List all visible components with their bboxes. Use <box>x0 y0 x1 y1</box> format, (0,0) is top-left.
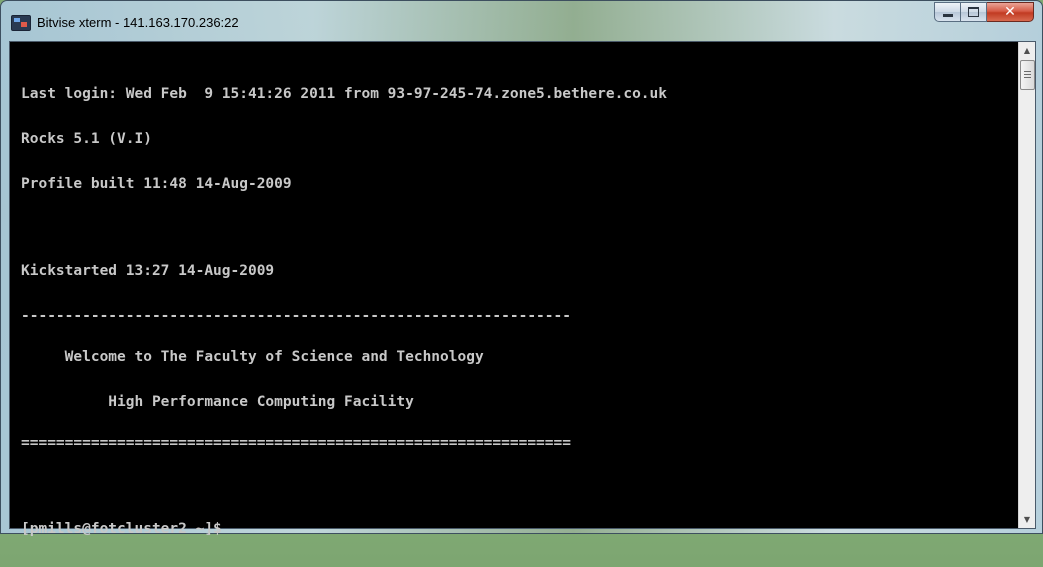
vertical-scrollbar[interactable]: ▲ ▼ <box>1018 42 1035 528</box>
terminal-line-equals-divider: ========================================… <box>21 435 571 451</box>
terminal-window: Bitvise xterm - 141.163.170.236:22 ✕ Las… <box>0 0 1043 537</box>
minimize-button[interactable] <box>934 2 961 22</box>
terminal-line-rocks-version: Rocks 5.1 (V.I) <box>21 131 152 147</box>
scrollbar-thumb[interactable] <box>1020 60 1035 90</box>
terminal-line-last-login: Last login: Wed Feb 9 15:41:26 2011 from… <box>21 86 668 102</box>
terminal-client-area[interactable]: Last login: Wed Feb 9 15:41:26 2011 from… <box>9 41 1036 537</box>
grip-line <box>1024 77 1031 78</box>
terminal-output[interactable]: Last login: Wed Feb 9 15:41:26 2011 from… <box>10 42 1018 537</box>
maximize-icon <box>968 7 979 17</box>
terminal-line-blank-2 <box>21 481 1018 492</box>
terminal-line-welcome: Welcome to The Faculty of Science and Te… <box>21 349 484 365</box>
bitvise-app-icon[interactable] <box>11 15 31 31</box>
close-icon: ✕ <box>1004 4 1016 20</box>
maximize-button[interactable] <box>961 2 987 22</box>
terminal-line-kickstarted: Kickstarted 13:27 14-Aug-2009 <box>21 263 275 279</box>
window-controls: ✕ <box>934 2 1034 22</box>
terminal-line-dash-divider: ----------------------------------------… <box>21 308 571 324</box>
title-bar[interactable]: Bitvise xterm - 141.163.170.236:22 ✕ <box>1 1 1042 41</box>
close-button[interactable]: ✕ <box>987 2 1034 22</box>
window-title: Bitvise xterm - 141.163.170.236:22 <box>37 15 239 30</box>
terminal-line-facility: High Performance Computing Facility <box>21 394 414 410</box>
grip-line <box>1024 71 1031 72</box>
scroll-down-arrow-icon[interactable]: ▼ <box>1019 511 1035 528</box>
scroll-up-arrow-icon[interactable]: ▲ <box>1019 42 1035 59</box>
terminal-line-profile-built: Profile built 11:48 14-Aug-2009 <box>21 176 292 192</box>
minimize-icon <box>942 14 953 17</box>
grip-line <box>1024 74 1031 75</box>
shell-prompt[interactable]: [pmills@fotcluster2 ~]$ <box>21 522 1018 537</box>
